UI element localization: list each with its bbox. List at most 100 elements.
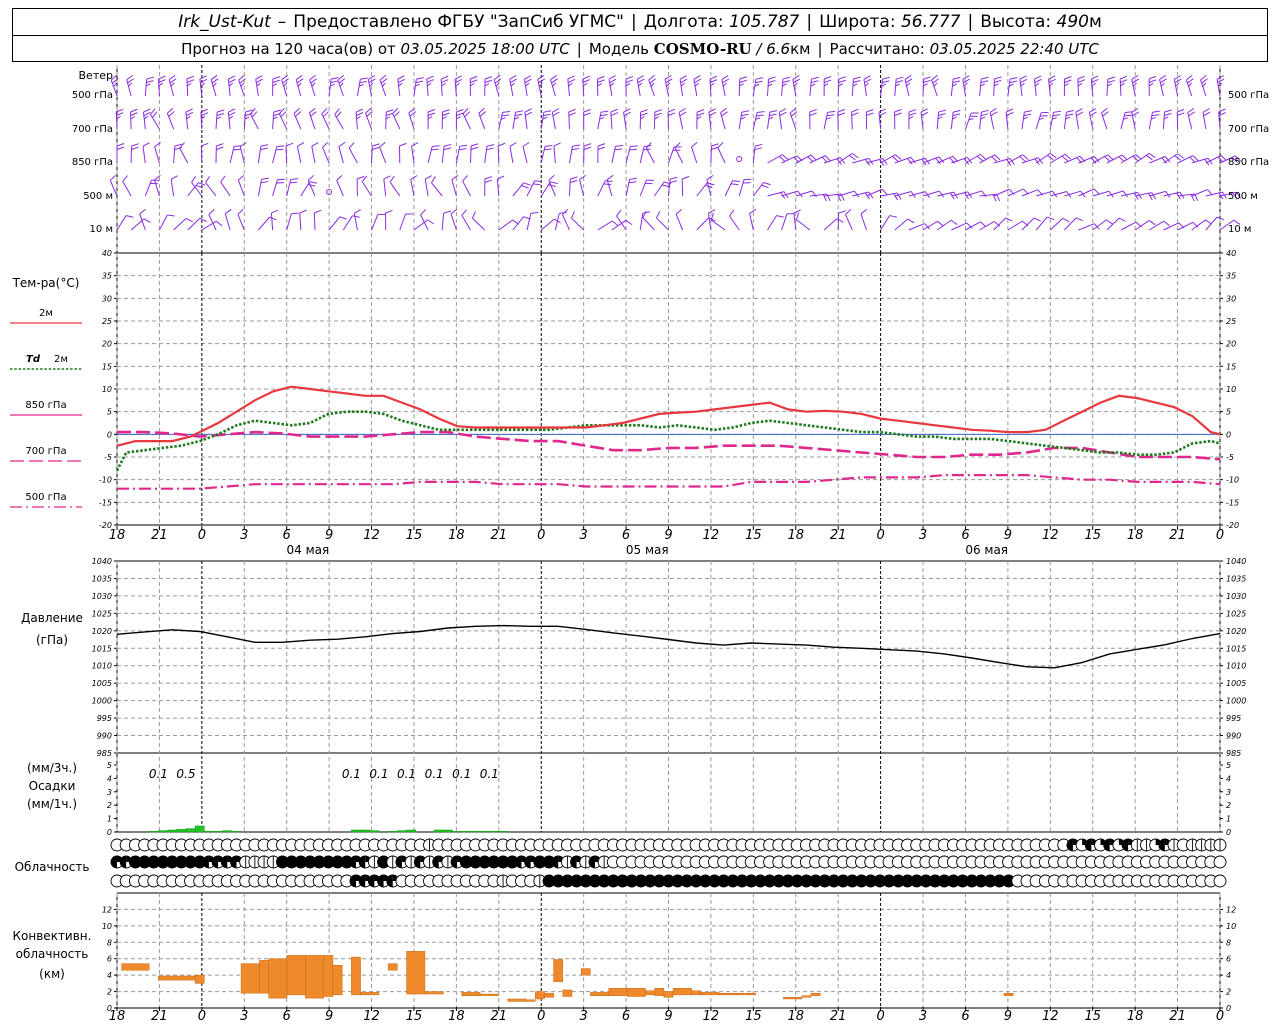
wind-barb — [636, 75, 645, 97]
hour-label: 0 — [1216, 528, 1224, 543]
hour-label: 18 — [787, 1009, 804, 1024]
wind-barb-feather — [696, 109, 705, 113]
hour-label: 15 — [745, 528, 762, 543]
wind-barb-staff — [1078, 188, 1095, 197]
wind-barb-feather — [962, 75, 970, 80]
wind-barb — [823, 218, 844, 231]
wind-barb-staff — [553, 146, 556, 164]
precip-bar — [231, 831, 242, 833]
wind-barb-feather — [397, 75, 405, 80]
wind-barb-staff — [512, 112, 517, 130]
wind-barb — [583, 143, 592, 164]
wind-barb — [220, 175, 231, 197]
wind-barb-feather — [146, 80, 154, 84]
wind-barb-staff — [272, 112, 275, 130]
wind-barb — [880, 76, 890, 97]
cloud-quarter — [1085, 839, 1092, 845]
wind-barb-staff — [470, 145, 472, 164]
wind-barb-staff — [392, 113, 401, 130]
wind-barb-feather — [272, 79, 280, 83]
wind-barb-feather — [383, 175, 391, 180]
wind-barb — [950, 76, 961, 97]
wind-barb — [295, 74, 304, 97]
wind-barb — [778, 108, 787, 130]
wind-barb-feather — [454, 75, 462, 80]
wind-barb-feather — [169, 78, 177, 84]
wind-barb-staff — [399, 213, 407, 231]
convective-bar — [645, 990, 655, 996]
wind-barb — [1216, 75, 1225, 97]
y-tick-label: 0 — [107, 430, 112, 439]
wind-barb — [1205, 191, 1227, 200]
wind-barb — [597, 143, 606, 164]
wind-barb-feather — [866, 108, 874, 113]
wind-barb — [894, 108, 902, 130]
meteogram: 0.1 0.5 0.1 0.1 0.1 0.1 0.1 0.1 40 4035 3530 3025 2… — [10, 65, 1269, 1024]
precip-bar — [433, 829, 444, 833]
wind-barb-staff — [173, 146, 176, 164]
wind-barb — [238, 74, 246, 97]
precip-bar — [461, 831, 472, 833]
wind-barb-feather — [667, 112, 676, 116]
wind-barb-feather — [1041, 111, 1049, 114]
wind-barb — [894, 156, 916, 165]
wind-barb — [979, 109, 989, 130]
wind-barb-feather — [441, 79, 449, 83]
wind-barb-feather — [271, 209, 279, 214]
wind-barb — [752, 182, 771, 197]
wind-barb-feather — [706, 174, 714, 180]
y-tick-label: 1030 — [1226, 592, 1246, 601]
wind-barb — [693, 75, 702, 97]
wind-barb-feather — [721, 75, 729, 80]
wind-barb-feather — [130, 112, 138, 116]
wind-barb-feather — [863, 75, 871, 80]
wind-barb-feather — [1048, 82, 1054, 87]
wind-barb-feather — [768, 79, 776, 84]
wind-barb-feather — [623, 111, 631, 117]
wind-barb-feather — [792, 75, 800, 80]
y-tick-label: 1 — [1226, 815, 1231, 824]
wind-barb — [1149, 156, 1171, 164]
wind-barb-feather — [600, 114, 608, 117]
wind-barb-staff — [656, 217, 669, 231]
wind-barb — [361, 175, 372, 197]
wind-barb — [1120, 111, 1133, 130]
wind-barb — [752, 111, 765, 130]
wind-barb — [1036, 190, 1058, 198]
wind-barb-staff — [922, 220, 938, 231]
wind-barb-staff — [979, 112, 982, 130]
wind-barb-staff — [1092, 219, 1107, 231]
wind-barb — [512, 110, 523, 130]
wind-barb — [979, 193, 1001, 202]
wind-barb-feather — [779, 111, 787, 117]
wind-barb-staff — [348, 147, 358, 164]
wind-barb-feather — [860, 208, 868, 215]
wind-barb — [1148, 75, 1157, 97]
y-tick-label: 2 — [1226, 988, 1231, 997]
wind-barb-feather — [398, 82, 403, 87]
cloud-quarter — [432, 862, 439, 868]
wind-barb — [427, 109, 436, 130]
wind-barb-staff — [540, 146, 546, 164]
hour-label: 0 — [537, 1009, 545, 1024]
y-tick-label: 1015 — [1226, 644, 1246, 653]
cloud-quarter — [359, 856, 366, 862]
wind-barb-feather — [1022, 220, 1029, 227]
wind-barb-feather — [544, 148, 552, 151]
wind-barb-staff — [1134, 152, 1150, 164]
wind-barb-feather — [779, 108, 787, 113]
wind-barb — [526, 211, 539, 231]
cloud-quarter — [1122, 839, 1129, 845]
wind-barb — [208, 209, 217, 231]
wind-barb — [678, 108, 687, 130]
cloud-panel — [110, 838, 1227, 888]
wind-barb — [364, 107, 373, 130]
wind-barb-feather — [534, 180, 543, 183]
wind-barb-staff — [1007, 220, 1023, 231]
wind-barb — [337, 74, 346, 97]
wind-barb — [540, 110, 552, 130]
wind-barb-feather — [451, 174, 459, 181]
wind-barb-feather — [354, 209, 362, 214]
convective-bar — [654, 988, 665, 996]
precip-bar — [351, 829, 361, 833]
